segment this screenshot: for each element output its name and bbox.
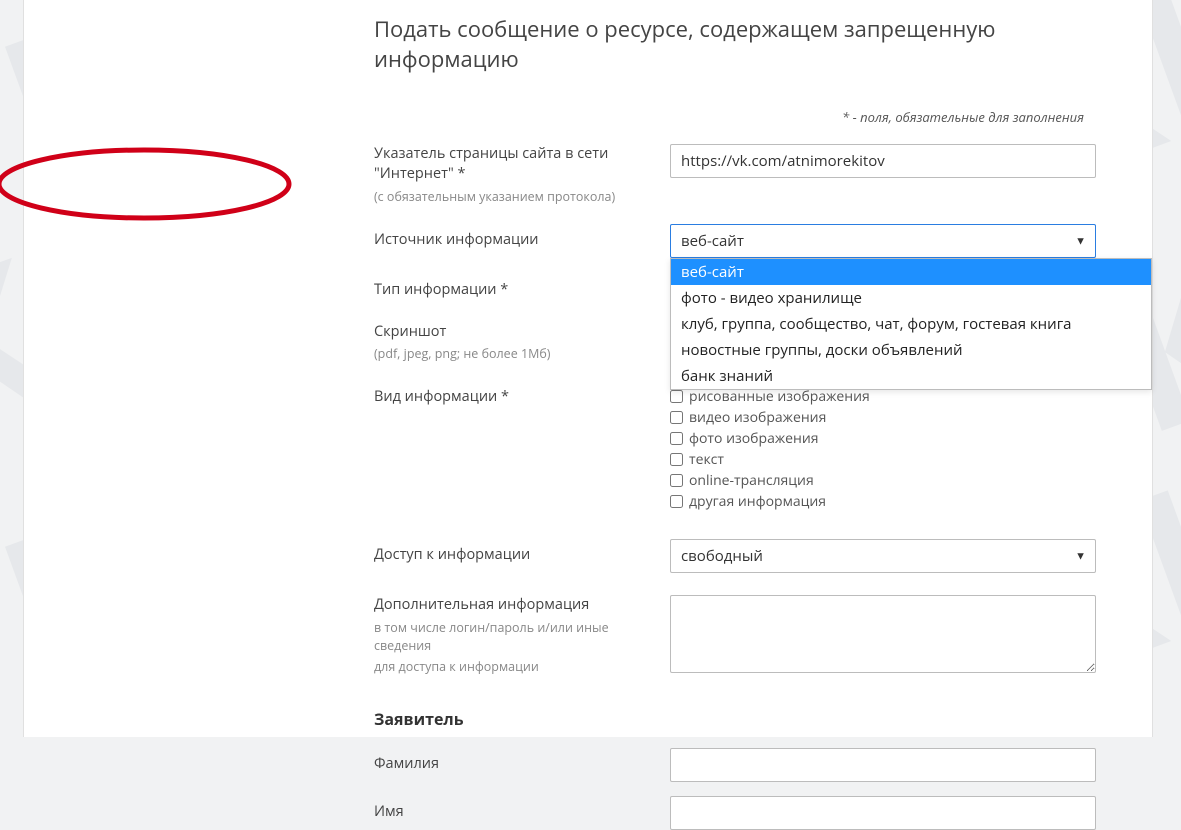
- checkbox-input-drawn[interactable]: [670, 390, 683, 403]
- access-select-wrapper: свободный ▼: [670, 539, 1096, 573]
- highlight-ellipse: [0, 144, 299, 224]
- url-input[interactable]: [670, 144, 1096, 178]
- row-firstname: Имя: [374, 796, 1112, 830]
- checkbox-online-stream[interactable]: online-трансляция: [670, 471, 1096, 490]
- label-info-kind: Вид информации *: [374, 387, 654, 407]
- source-dropdown-list: веб-сайт фото - видео хранилище клуб, гр…: [670, 258, 1152, 390]
- label-info-type: Тип информации *: [374, 280, 654, 300]
- dropdown-option-club-group[interactable]: клуб, группа, сообщество, чат, форум, го…: [671, 311, 1151, 337]
- firstname-input[interactable]: [670, 796, 1096, 830]
- checkbox-input-text[interactable]: [670, 453, 683, 466]
- checkbox-other-info[interactable]: другая информация: [670, 492, 1096, 511]
- checkbox-input-other[interactable]: [670, 495, 683, 508]
- sublabel-additional-2: для доступа к информации: [374, 658, 654, 676]
- row-source: Источник информации веб-сайт ▼ веб-сайт …: [374, 224, 1112, 258]
- row-additional: Дополнительная информация в том числе ло…: [374, 595, 1112, 678]
- applicant-heading: Заявитель: [374, 708, 1112, 730]
- label-lastname: Фамилия: [374, 754, 654, 774]
- lastname-input[interactable]: [670, 748, 1096, 782]
- checkbox-input-video[interactable]: [670, 411, 683, 424]
- checkbox-input-online[interactable]: [670, 474, 683, 487]
- content-panel: Подать сообщение о ресурсе, содержащем з…: [23, 0, 1153, 737]
- row-access: Доступ к информации свободный ▼: [374, 539, 1112, 573]
- source-select-wrapper: веб-сайт ▼ веб-сайт фото - видео хранили…: [670, 224, 1096, 258]
- checkbox-photo-images[interactable]: фото изображения: [670, 429, 1096, 448]
- label-screenshot: Скриншот: [374, 322, 654, 342]
- label-url: Указатель страницы сайта в сети "Интерне…: [374, 144, 654, 185]
- dropdown-option-website[interactable]: веб-сайт: [671, 259, 1151, 285]
- label-access: Доступ к информации: [374, 545, 654, 565]
- access-select[interactable]: свободный: [670, 539, 1096, 573]
- checkbox-text[interactable]: текст: [670, 450, 1096, 469]
- required-fields-note: * - поля, обязательные для заполнения: [64, 108, 1112, 126]
- sublabel-screenshot: (pdf, jpeg, png; не более 1Мб): [374, 345, 654, 363]
- sublabel-url: (с обязательным указанием протокола): [374, 188, 654, 206]
- checkbox-input-photo[interactable]: [670, 432, 683, 445]
- sublabel-additional-1: в том числе логин/пароль и/или иные свед…: [374, 619, 654, 655]
- dropdown-option-photo-video[interactable]: фото - видео хранилище: [671, 285, 1151, 311]
- label-source: Источник информации: [374, 230, 654, 250]
- source-select[interactable]: веб-сайт: [670, 224, 1096, 258]
- row-info-kind: Вид информации * рисованные изображения …: [374, 385, 1112, 513]
- checkbox-drawn-images[interactable]: рисованные изображения: [670, 387, 1096, 406]
- checkbox-video-images[interactable]: видео изображения: [670, 408, 1096, 427]
- additional-textarea[interactable]: [670, 595, 1096, 673]
- dropdown-option-newsgroups[interactable]: новостные группы, доски объявлений: [671, 337, 1151, 363]
- label-firstname: Имя: [374, 802, 654, 822]
- page-title: Подать сообщение о ресурсе, содержащем з…: [374, 14, 1112, 74]
- label-additional: Дополнительная информация: [374, 595, 654, 615]
- row-url: Указатель страницы сайта в сети "Интерне…: [374, 144, 1112, 206]
- report-form: Указатель страницы сайта в сети "Интерне…: [374, 144, 1112, 830]
- dropdown-option-knowledge-bank[interactable]: банк знаний: [671, 363, 1151, 389]
- row-lastname: Фамилия: [374, 748, 1112, 782]
- info-kind-checkbox-list: рисованные изображения видео изображения…: [670, 387, 1096, 511]
